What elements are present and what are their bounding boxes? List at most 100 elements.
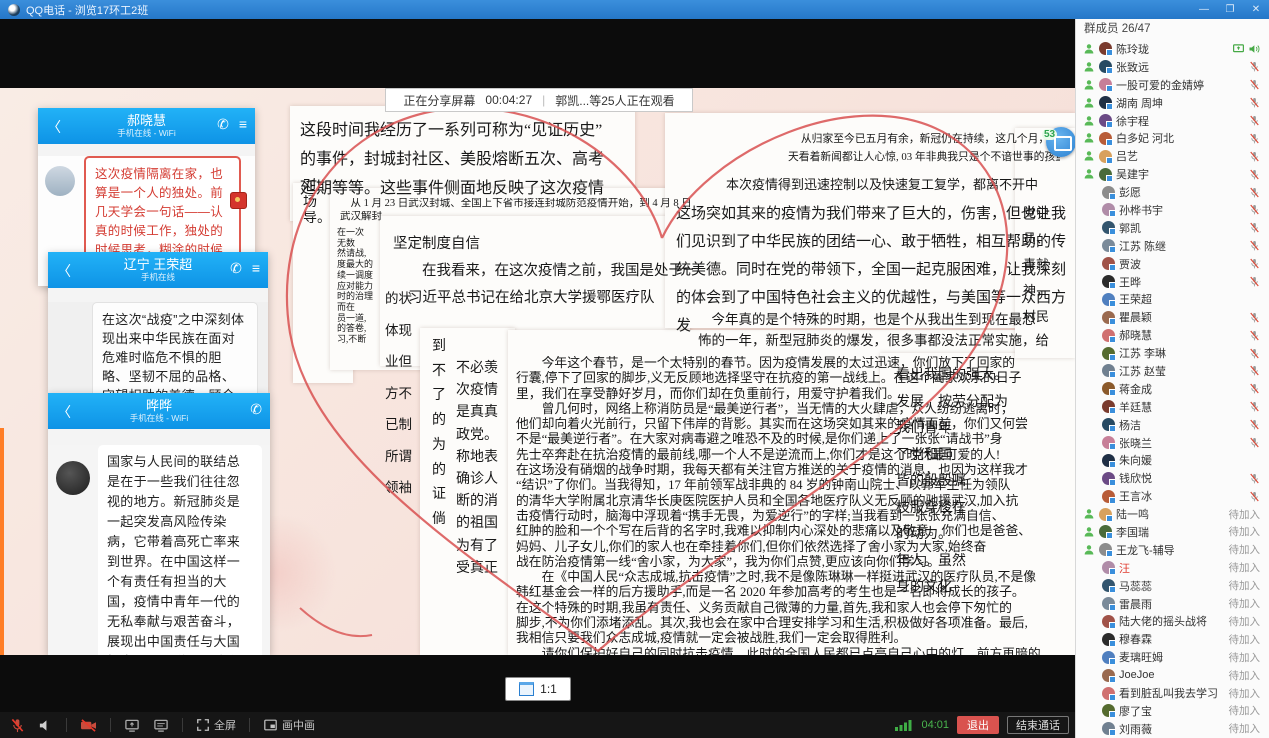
chat-message: 国家与人民间的联结总是在于一些我们往往忽视的地方。新冠肺炎是一起突发高风险传染病…	[98, 445, 262, 655]
document-line: 年人。虽然	[896, 549, 1066, 576]
avatar	[1102, 669, 1115, 682]
share-screen-button[interactable]	[124, 718, 140, 733]
avatar	[1102, 418, 1115, 431]
member-row[interactable]: 郝晓慧	[1076, 326, 1269, 344]
camera-muted-button[interactable]	[80, 718, 97, 733]
fullscreen-icon	[196, 718, 210, 732]
member-row[interactable]: 王言冰	[1076, 487, 1269, 505]
document-line: 方不	[385, 378, 420, 410]
member-row[interactable]: 孙桦书宇	[1076, 201, 1269, 219]
member-name: 王荣超	[1119, 291, 1152, 307]
member-row[interactable]: JoeJoe待加入	[1076, 666, 1269, 684]
document-xi: 习近平总书记在给北京大学援鄂医疗队	[408, 288, 693, 308]
document-line: 的事件，封城封社区、美股熔断五次、高考	[300, 145, 630, 174]
member-row[interactable]: 江苏 赵莹	[1076, 362, 1269, 380]
member-list: 陈玲珑张致远一股可爱的金婧婷湖南 周坤徐宇程白多妃 河北吕艺吴建宇彭愿孙桦书宇郭…	[1076, 40, 1269, 738]
minimize-button[interactable]: —	[1191, 0, 1217, 19]
document-line: 的答卷,	[337, 323, 387, 334]
member-row[interactable]: 穆春霖待加入	[1076, 630, 1269, 648]
document-line: 统美德。同时在党的带领下，全国一起克服困难，让我深刻	[676, 256, 1075, 284]
member-row[interactable]: 蒋金成	[1076, 380, 1269, 398]
document-line: 武汉解封	[340, 211, 692, 224]
member-status: 待加入	[1229, 703, 1269, 718]
member-row[interactable]: 王龙飞-辅导待加入	[1076, 541, 1269, 559]
call-duration: 04:01	[921, 719, 949, 731]
member-name: 朱向媛	[1119, 452, 1152, 468]
member-row[interactable]: 徐宇程	[1076, 112, 1269, 130]
member-row[interactable]: 瞿晨颖	[1076, 308, 1269, 326]
member-status: 待加入	[1229, 721, 1269, 736]
member-row[interactable]: 张致远	[1076, 58, 1269, 76]
floating-call-badge[interactable]: 53	[1046, 127, 1076, 157]
chat-window-yeye: 〈 晔晔 手机在线 - WiFi ✆ 国家与人民间的联结总是在于一些我们往往忽视…	[48, 393, 270, 655]
member-row[interactable]: 一股可爱的金婧婷	[1076, 76, 1269, 94]
in-call-person-icon	[1083, 132, 1095, 144]
avatar	[1102, 400, 1115, 413]
menu-icon: ≡	[252, 260, 260, 277]
member-row[interactable]: 江苏 李琳	[1076, 344, 1269, 362]
waiting-label: 待加入	[1229, 560, 1261, 575]
member-row[interactable]: 郭凯	[1076, 219, 1269, 237]
member-row[interactable]: 廖了宝待加入	[1076, 702, 1269, 720]
member-status	[1249, 204, 1269, 215]
waiting-label: 待加入	[1229, 703, 1261, 718]
maximize-button[interactable]: ❐	[1217, 0, 1243, 19]
red-seal-sticker	[230, 192, 247, 209]
member-name: 羊廷慧	[1119, 399, 1152, 415]
zoom-ratio-button[interactable]: 1:1	[505, 677, 571, 701]
member-row[interactable]: 麦璃旺姆待加入	[1076, 648, 1269, 666]
member-row[interactable]: 白多妃 河北	[1076, 129, 1269, 147]
member-row[interactable]: 陆一鸣待加入	[1076, 505, 1269, 523]
member-row[interactable]: 李国瑞待加入	[1076, 523, 1269, 541]
member-row[interactable]: 朱向媛	[1076, 451, 1269, 469]
pip-layout-button[interactable]: 画中画	[263, 717, 315, 733]
in-call-person-icon	[1083, 168, 1095, 180]
member-row[interactable]: 陈玲珑	[1076, 40, 1269, 58]
member-row[interactable]: 陆大佬的摇头战将待加入	[1076, 613, 1269, 631]
waiting-label: 待加入	[1229, 507, 1261, 522]
mic-muted-icon	[1249, 312, 1260, 323]
waiting-label: 待加入	[1229, 632, 1261, 647]
fullscreen-button[interactable]: 全屏	[196, 717, 236, 733]
member-row[interactable]: 汪待加入	[1076, 559, 1269, 577]
waiting-label: 待加入	[1229, 524, 1261, 539]
camera-muted-icon	[80, 718, 97, 733]
whiteboard-button[interactable]	[153, 718, 169, 733]
member-row[interactable]: 马蕊蕊待加入	[1076, 577, 1269, 595]
document-line: 习近平总书记在给北京大学援鄂医疗队	[408, 288, 693, 308]
member-row[interactable]: 吴建宇	[1076, 165, 1269, 183]
member-row[interactable]: 看到脏乱叫我去学习待加入	[1076, 684, 1269, 702]
member-row[interactable]: 张晓兰	[1076, 434, 1269, 452]
member-row[interactable]: 王荣超	[1076, 290, 1269, 308]
speaker-button[interactable]	[38, 718, 53, 733]
exit-button[interactable]: 退出	[957, 716, 999, 734]
mic-muted-icon	[1249, 79, 1260, 90]
document-frag_col2: 在一次无数然请战,度最大的续一调度应对能力时的治理而在员一道,的答卷,习,不断	[337, 227, 387, 345]
member-row[interactable]: 雷晨雨待加入	[1076, 595, 1269, 613]
member-row[interactable]: 贾波	[1076, 255, 1269, 273]
member-name: 王言冰	[1119, 488, 1152, 504]
document-line: 时的治理	[337, 291, 387, 302]
mic-muted-icon	[1249, 383, 1260, 394]
mic-muted-icon	[1249, 151, 1260, 162]
document-line: 度最大的	[337, 259, 387, 270]
qq-call-window: QQ电话 - 浏览17环工2班 — ❐ ✕ 这段时间我经历了一系列可称为“见证历…	[0, 0, 1269, 738]
member-row[interactable]: 王晔	[1076, 273, 1269, 291]
mic-muted-button[interactable]	[10, 718, 25, 733]
member-row[interactable]: 江苏 陈继	[1076, 237, 1269, 255]
member-row[interactable]: 彭愿	[1076, 183, 1269, 201]
end-call-button[interactable]: 结束通话	[1007, 716, 1069, 734]
member-row[interactable]: 羊廷慧	[1076, 398, 1269, 416]
close-button[interactable]: ✕	[1243, 0, 1269, 19]
mic-muted-icon	[1249, 222, 1260, 233]
member-row[interactable]: 杨洁	[1076, 416, 1269, 434]
document-home: 从归家至今已五月有余，新冠仍在持续，这几个月，每天看着新闻都让人心惊, 03 年…	[788, 130, 1060, 166]
member-row[interactable]: 吕艺	[1076, 147, 1269, 165]
member-row[interactable]: 刘雨薇待加入	[1076, 720, 1269, 738]
member-name: 张致远	[1116, 59, 1149, 75]
mic-muted-icon	[1249, 187, 1260, 198]
member-row[interactable]: 钱欣悦	[1076, 469, 1269, 487]
member-row[interactable]: 湖南 周坤	[1076, 94, 1269, 112]
member-status	[1249, 222, 1269, 233]
member-status	[1249, 276, 1269, 287]
